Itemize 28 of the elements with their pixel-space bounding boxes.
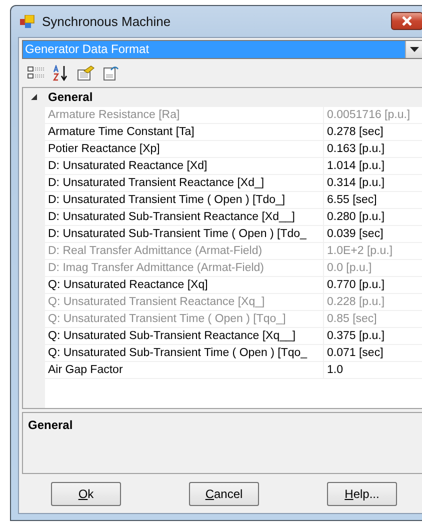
description-title: General (28, 418, 73, 432)
property-value[interactable]: 0.314 [p.u.] (324, 175, 422, 192)
property-value[interactable]: 0.770 [p.u.] (324, 277, 422, 294)
property-value[interactable]: 0.280 [p.u.] (324, 209, 422, 226)
property-name[interactable]: Q: Unsaturated Sub-Transient Time ( Open ) [Tqo_ (45, 345, 324, 362)
property-name[interactable]: Potier Reactance [Xp] (45, 141, 324, 158)
dialog-button[interactable]: Help... (327, 482, 397, 506)
property-name[interactable]: D: Unsaturated Transient Time ( Open ) [Tdo_] (45, 192, 324, 209)
property-value[interactable]: 0.071 [sec] (324, 345, 422, 362)
property-value[interactable]: 0.278 [sec] (324, 124, 422, 141)
category-label: General (47, 89, 93, 106)
property-name[interactable]: D: Unsaturated Reactance [Xd] (45, 158, 324, 175)
property-value[interactable]: 1.0 (324, 362, 422, 379)
property-name[interactable]: Air Gap Factor (45, 362, 324, 379)
property-value[interactable]: 1.014 [p.u.] (324, 158, 422, 175)
window-title: Synchronous Machine (42, 14, 172, 29)
dialog-button[interactable]: Cancel (189, 482, 259, 506)
property-value[interactable]: 0.039 [sec] (324, 226, 422, 243)
property-value[interactable]: 6.55 [sec] (324, 192, 422, 209)
property-value[interactable]: 0.163 [p.u.] (324, 141, 422, 158)
property-name[interactable]: Q: Unsaturated Reactance [Xq] (45, 277, 324, 294)
property-name[interactable]: Q: Unsaturated Sub-Transient Reactance [Xq__] (45, 328, 324, 345)
property-name[interactable]: D: Unsaturated Sub-Transient Reactance [Xd__] (45, 209, 324, 226)
property-name[interactable]: D: Unsaturated Sub-Transient Time ( Open ) [Tdo_ (45, 226, 324, 243)
dialog-button[interactable]: Ok (51, 482, 121, 506)
property-value[interactable]: 0.375 [p.u.] (324, 328, 422, 345)
property-name[interactable]: D: Unsaturated Transient Reactance [Xd_] (45, 175, 324, 192)
property-name[interactable]: Armature Time Constant [Ta] (45, 124, 324, 141)
